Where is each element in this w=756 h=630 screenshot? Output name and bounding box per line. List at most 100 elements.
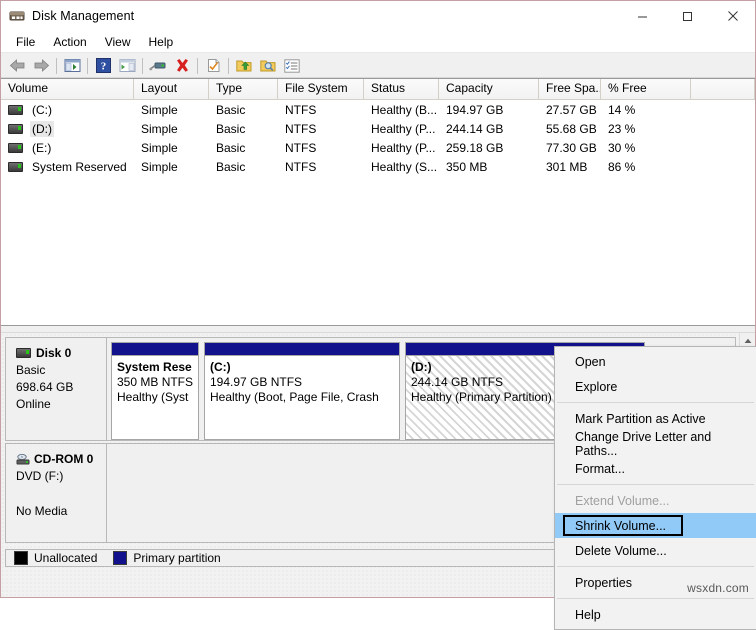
cell-volume: (C:) — [1, 102, 134, 118]
column-header-free[interactable]: % Free — [601, 79, 691, 99]
partition-system-reserved[interactable]: System Rese 350 MB NTFS Healthy (Syst — [111, 342, 199, 440]
cell-free-space: 27.57 GB — [539, 103, 601, 117]
ctx-change-drive-letter[interactable]: Change Drive Letter and Paths... — [555, 431, 756, 456]
cell-file-system: NTFS — [278, 141, 364, 155]
volume-label: (D:) — [30, 121, 54, 137]
volume-list-pane: VolumeLayoutTypeFile SystemStatusCapacit… — [1, 78, 755, 325]
disk-management-icon — [9, 8, 25, 24]
cell-status: Healthy (P... — [364, 122, 439, 136]
table-row[interactable]: (C:)SimpleBasicNTFSHealthy (B...194.97 G… — [1, 100, 755, 119]
volume-icon — [8, 162, 23, 172]
column-header-free-spa[interactable]: Free Spa... — [539, 79, 601, 99]
legend-swatch-primary — [113, 551, 127, 565]
partition-color-bar — [112, 343, 198, 356]
ctx-format[interactable]: Format... — [555, 456, 756, 481]
table-row[interactable]: (D:)SimpleBasicNTFSHealthy (P...244.14 G… — [1, 119, 755, 138]
caption-buttons — [620, 1, 755, 31]
close-button[interactable] — [710, 1, 755, 31]
cell-free-space: 55.68 GB — [539, 122, 601, 136]
volume-icon — [8, 143, 23, 153]
disk0-title-row: Disk 0 — [16, 346, 106, 360]
ctx-format-label: Format... — [575, 462, 625, 476]
rescan-disks-icon[interactable] — [201, 55, 225, 77]
volume-icon — [8, 105, 23, 115]
ctx-properties-label: Properties — [575, 576, 632, 590]
cdrom0-title-row: CD-ROM 0 — [16, 452, 106, 466]
ctx-help[interactable]: Help — [555, 602, 756, 627]
table-row[interactable]: System ReservedSimpleBasicNTFSHealthy (S… — [1, 157, 755, 176]
menu-view[interactable]: View — [96, 33, 140, 51]
maximize-button[interactable] — [665, 1, 710, 31]
column-header-capacity[interactable]: Capacity — [439, 79, 539, 99]
annotation-box — [563, 515, 683, 536]
menu-separator — [557, 566, 754, 567]
volume-label: (E:) — [30, 140, 53, 156]
ctx-explore-label: Explore — [575, 380, 617, 394]
column-header-type[interactable]: Type — [209, 79, 278, 99]
back-icon[interactable] — [5, 55, 29, 77]
column-header-layout[interactable]: Layout — [134, 79, 209, 99]
column-header-volume[interactable]: Volume — [1, 79, 134, 99]
show-hide-action-pane-icon[interactable] — [115, 55, 139, 77]
svg-text:?: ? — [100, 61, 106, 73]
search-folder-icon[interactable] — [256, 55, 280, 77]
properties-icon[interactable] — [146, 55, 170, 77]
disk-icon — [16, 348, 31, 358]
minimize-button[interactable] — [620, 1, 665, 31]
cell-status: Healthy (P... — [364, 141, 439, 155]
ctx-shrink-volume[interactable]: Shrink Volume... — [555, 513, 756, 538]
ctx-delete-volume-label: Delete Volume... — [575, 544, 667, 558]
forward-icon[interactable] — [29, 55, 53, 77]
ctx-delete-volume[interactable]: Delete Volume... — [555, 538, 756, 563]
menu-separator — [557, 402, 754, 403]
disk0-name: Disk 0 — [36, 346, 71, 360]
cell-type: Basic — [209, 122, 278, 136]
cdrom0-info[interactable]: CD-ROM 0 DVD (F:) No Media — [5, 443, 107, 543]
delete-icon[interactable] — [170, 55, 194, 77]
window-title: Disk Management — [32, 9, 134, 23]
help-icon[interactable]: ? — [91, 55, 115, 77]
ctx-help-label: Help — [575, 608, 601, 622]
partition-title: (C:) — [210, 360, 399, 375]
cell-type: Basic — [209, 103, 278, 117]
cell-type: Basic — [209, 141, 278, 155]
ctx-change-drive-letter-label: Change Drive Letter and Paths... — [575, 430, 756, 458]
disk0-info[interactable]: Disk 0 Basic 698.64 GB Online — [5, 337, 107, 441]
cell-volume: System Reserved — [1, 159, 134, 175]
ctx-open-label: Open — [575, 355, 606, 369]
ctx-mark-partition-active-label: Mark Partition as Active — [575, 412, 706, 426]
legend-label-unallocated: Unallocated — [34, 551, 97, 565]
cell-status: Healthy (S... — [364, 160, 439, 174]
toolbar-separator — [56, 58, 57, 74]
cell-capacity: 259.18 GB — [439, 141, 539, 155]
cell-status: Healthy (B... — [364, 103, 439, 117]
table-row[interactable]: (E:) SimpleBasicNTFSHealthy (P...259.18 G… — [1, 138, 755, 157]
partition-body: (C:) 194.97 GB NTFS Healthy (Boot, Page … — [205, 356, 399, 405]
cell-layout: Simple — [134, 141, 209, 155]
cell-percent-free: 23 % — [601, 122, 691, 136]
menu-separator — [557, 598, 754, 599]
column-header-file-system[interactable]: File System — [278, 79, 364, 99]
pane-splitter[interactable] — [1, 325, 755, 333]
legend-label-primary: Primary partition — [133, 551, 220, 565]
cdrom0-type: DVD (F:) — [16, 469, 106, 483]
title-bar: Disk Management — [1, 1, 755, 31]
cell-free-space: 301 MB — [539, 160, 601, 174]
partition-c[interactable]: (C:) 194.97 GB NTFS Healthy (Boot, Page … — [204, 342, 400, 440]
ctx-open[interactable]: Open — [555, 349, 756, 374]
column-header-status[interactable]: Status — [364, 79, 439, 99]
list-view-icon[interactable] — [280, 55, 304, 77]
menu-help[interactable]: Help — [140, 33, 183, 51]
menu-file[interactable]: File — [7, 33, 44, 51]
new-volume-icon[interactable] — [232, 55, 256, 77]
disk0-type: Basic — [16, 363, 106, 377]
partition-color-bar — [205, 343, 399, 356]
show-hide-console-tree-icon[interactable] — [60, 55, 84, 77]
ctx-mark-partition-active[interactable]: Mark Partition as Active — [555, 406, 756, 431]
disk0-size: 698.64 GB — [16, 380, 106, 394]
menu-action[interactable]: Action — [44, 33, 95, 51]
ctx-explore[interactable]: Explore — [555, 374, 756, 399]
column-header-blank[interactable] — [691, 79, 755, 99]
cell-layout: Simple — [134, 103, 209, 117]
cdrom-icon — [16, 454, 30, 465]
